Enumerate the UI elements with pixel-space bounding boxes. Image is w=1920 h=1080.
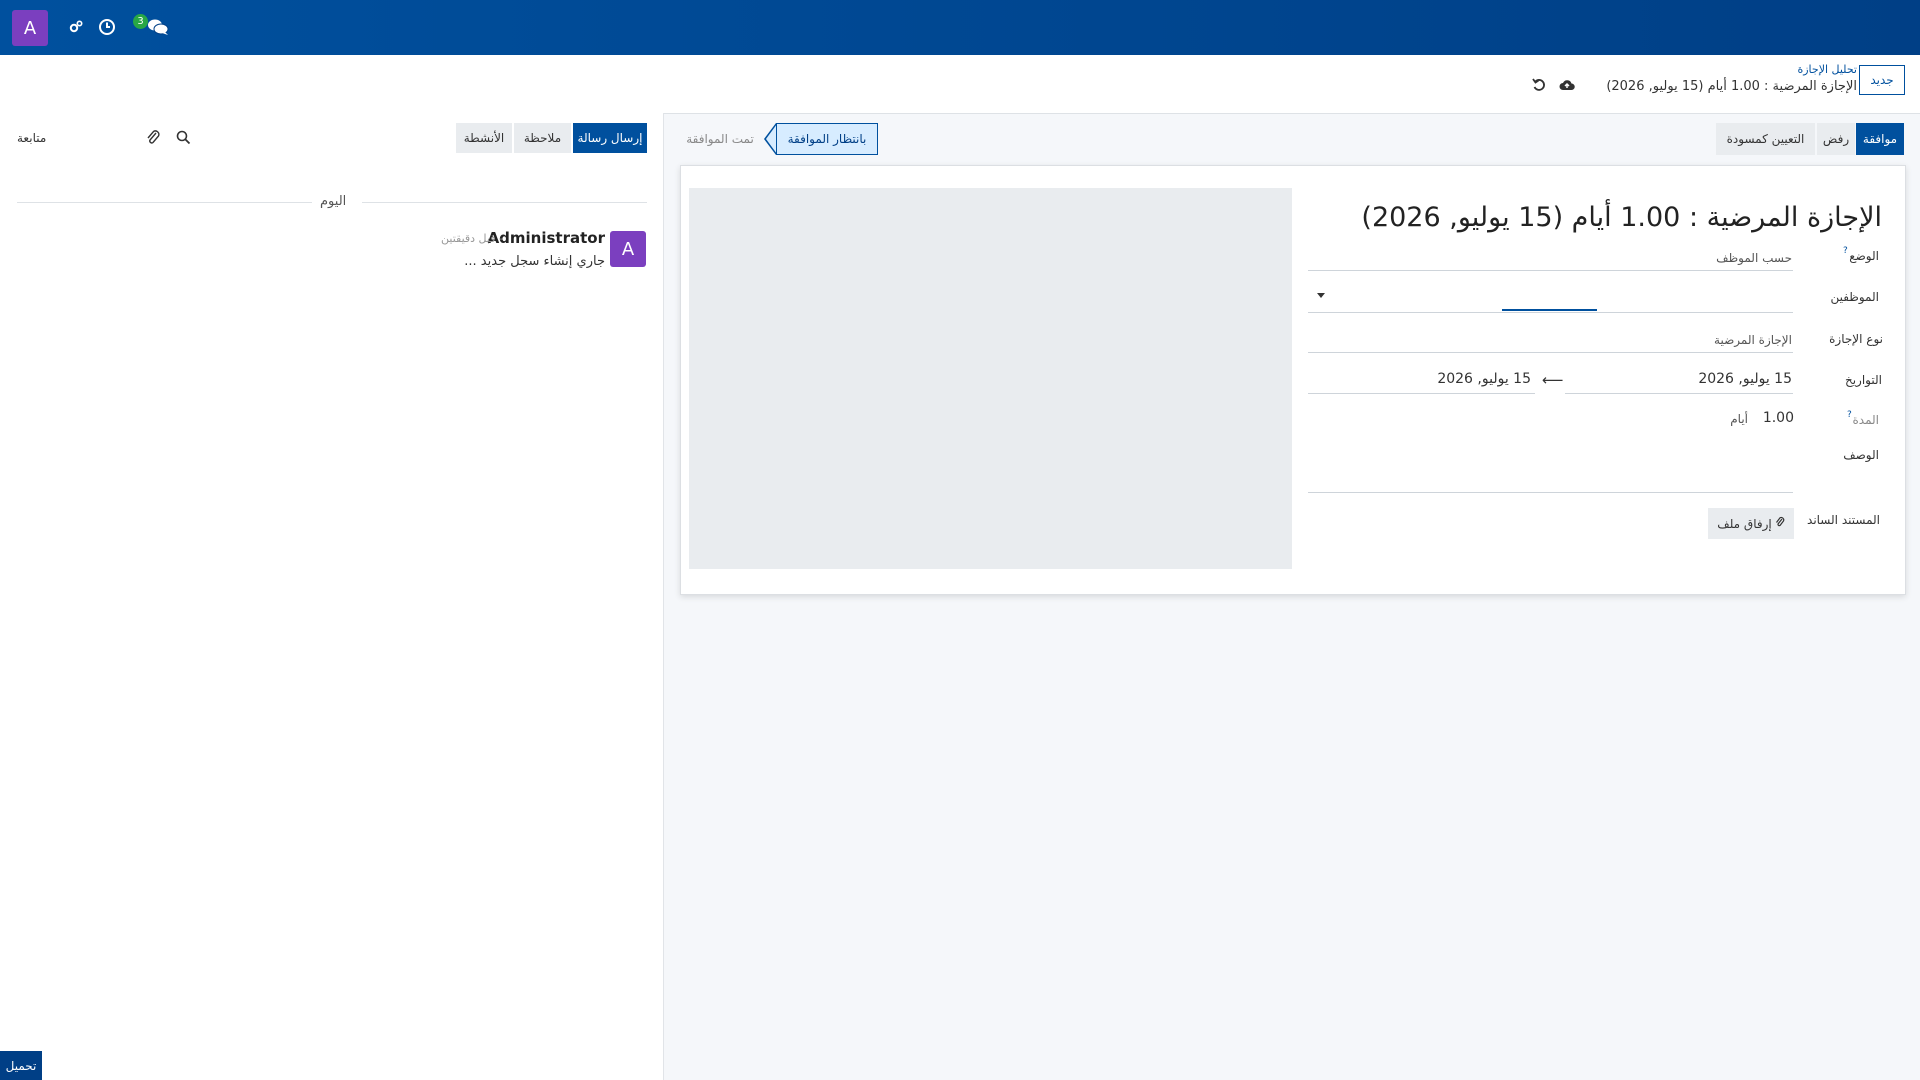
new-button[interactable]: جديد <box>1859 65 1905 95</box>
attach-file-label: إرفاق ملف <box>1717 516 1772 531</box>
date-arrow-icon: ⟵ <box>1542 371 1564 389</box>
attachment-preview <box>689 188 1292 569</box>
day-separator-line-left <box>17 202 312 203</box>
day-separator-line-right <box>362 202 647 203</box>
employees-dropdown-caret[interactable] <box>1317 293 1325 298</box>
description-field-line[interactable] <box>1308 492 1793 493</box>
mode-label: الوضع <box>1849 249 1879 263</box>
employees-field-line <box>1308 312 1793 313</box>
cloud-upload-icon[interactable] <box>1559 78 1575 96</box>
status-approved[interactable]: تمت الموافقة <box>680 123 760 155</box>
status-to-approve[interactable]: بانتظار الموافقة <box>776 123 878 155</box>
message-author-name[interactable]: Administrator <box>488 229 605 247</box>
day-separator-label: اليوم <box>320 194 347 209</box>
send-message-button[interactable]: إرسال رسالة <box>573 123 647 153</box>
paperclip-icon <box>1775 516 1785 531</box>
duration-value[interactable]: 1.00 <box>1763 410 1794 426</box>
top-navbar <box>0 0 1920 55</box>
description-label: الوصف <box>1843 448 1879 462</box>
refuse-button[interactable]: رفض <box>1817 123 1855 155</box>
employees-label: الموظفين <box>1830 290 1879 304</box>
breadcrumb-current: الإجازة المرضية : 1.00 أيام (15 يوليو, 2… <box>1606 79 1857 94</box>
undo-icon[interactable] <box>1532 78 1546 96</box>
mode-help-icon[interactable]: ? <box>1843 246 1848 256</box>
date-from-line <box>1565 393 1793 394</box>
date-from[interactable]: 15 يوليو, 2026 <box>1698 371 1792 387</box>
duration-unit: أيام <box>1730 412 1748 426</box>
message-author-avatar[interactable]: A <box>610 231 646 267</box>
employees-input[interactable] <box>1502 309 1597 311</box>
mode-field-line <box>1308 270 1793 271</box>
paperclip-icon[interactable] <box>146 129 161 150</box>
leave-type-label: نوع الإجازة <box>1829 332 1883 346</box>
chat-bubbles-icon[interactable] <box>145 16 171 38</box>
activities-button[interactable]: الأنشطة <box>456 123 512 153</box>
attach-file-button[interactable]: إرفاق ملف <box>1708 508 1794 539</box>
leave-type-value[interactable]: الإجازة المرضية <box>1714 333 1792 347</box>
date-to-line <box>1308 393 1535 394</box>
breadcrumb-parent[interactable]: تحليل الإجازة <box>1797 63 1857 76</box>
date-to[interactable]: 15 يوليو, 2026 <box>1437 371 1531 387</box>
clock-icon[interactable] <box>96 16 118 38</box>
message-time: - قبل دقيقتين <box>441 232 503 245</box>
load-button[interactable]: تحميل <box>0 1051 42 1080</box>
user-avatar[interactable]: A <box>12 10 48 46</box>
leave-type-field-line <box>1308 352 1793 353</box>
duration-help-icon[interactable]: ? <box>1847 410 1852 420</box>
approve-button[interactable]: موافقة <box>1856 123 1904 155</box>
set-draft-button[interactable]: التعيين كمسودة <box>1716 123 1815 155</box>
record-title: الإجازة المرضية : 1.00 أيام (15 يوليو, 2… <box>1361 202 1882 233</box>
duration-label: المدة <box>1852 413 1879 427</box>
search-icon[interactable] <box>176 130 191 149</box>
log-note-button[interactable]: ملاحظة <box>514 123 571 153</box>
message-body: جاري إنشاء سجل جديد ... <box>464 254 605 269</box>
mode-value[interactable]: حسب الموظف <box>1716 251 1792 265</box>
gears-icon[interactable] <box>65 16 87 38</box>
dates-label: التواريخ <box>1844 373 1882 387</box>
message-count-badge: 3 <box>133 14 148 29</box>
supporting-doc-label: المستند الساند <box>1807 513 1880 527</box>
follow-button[interactable]: متابعة <box>17 131 46 145</box>
